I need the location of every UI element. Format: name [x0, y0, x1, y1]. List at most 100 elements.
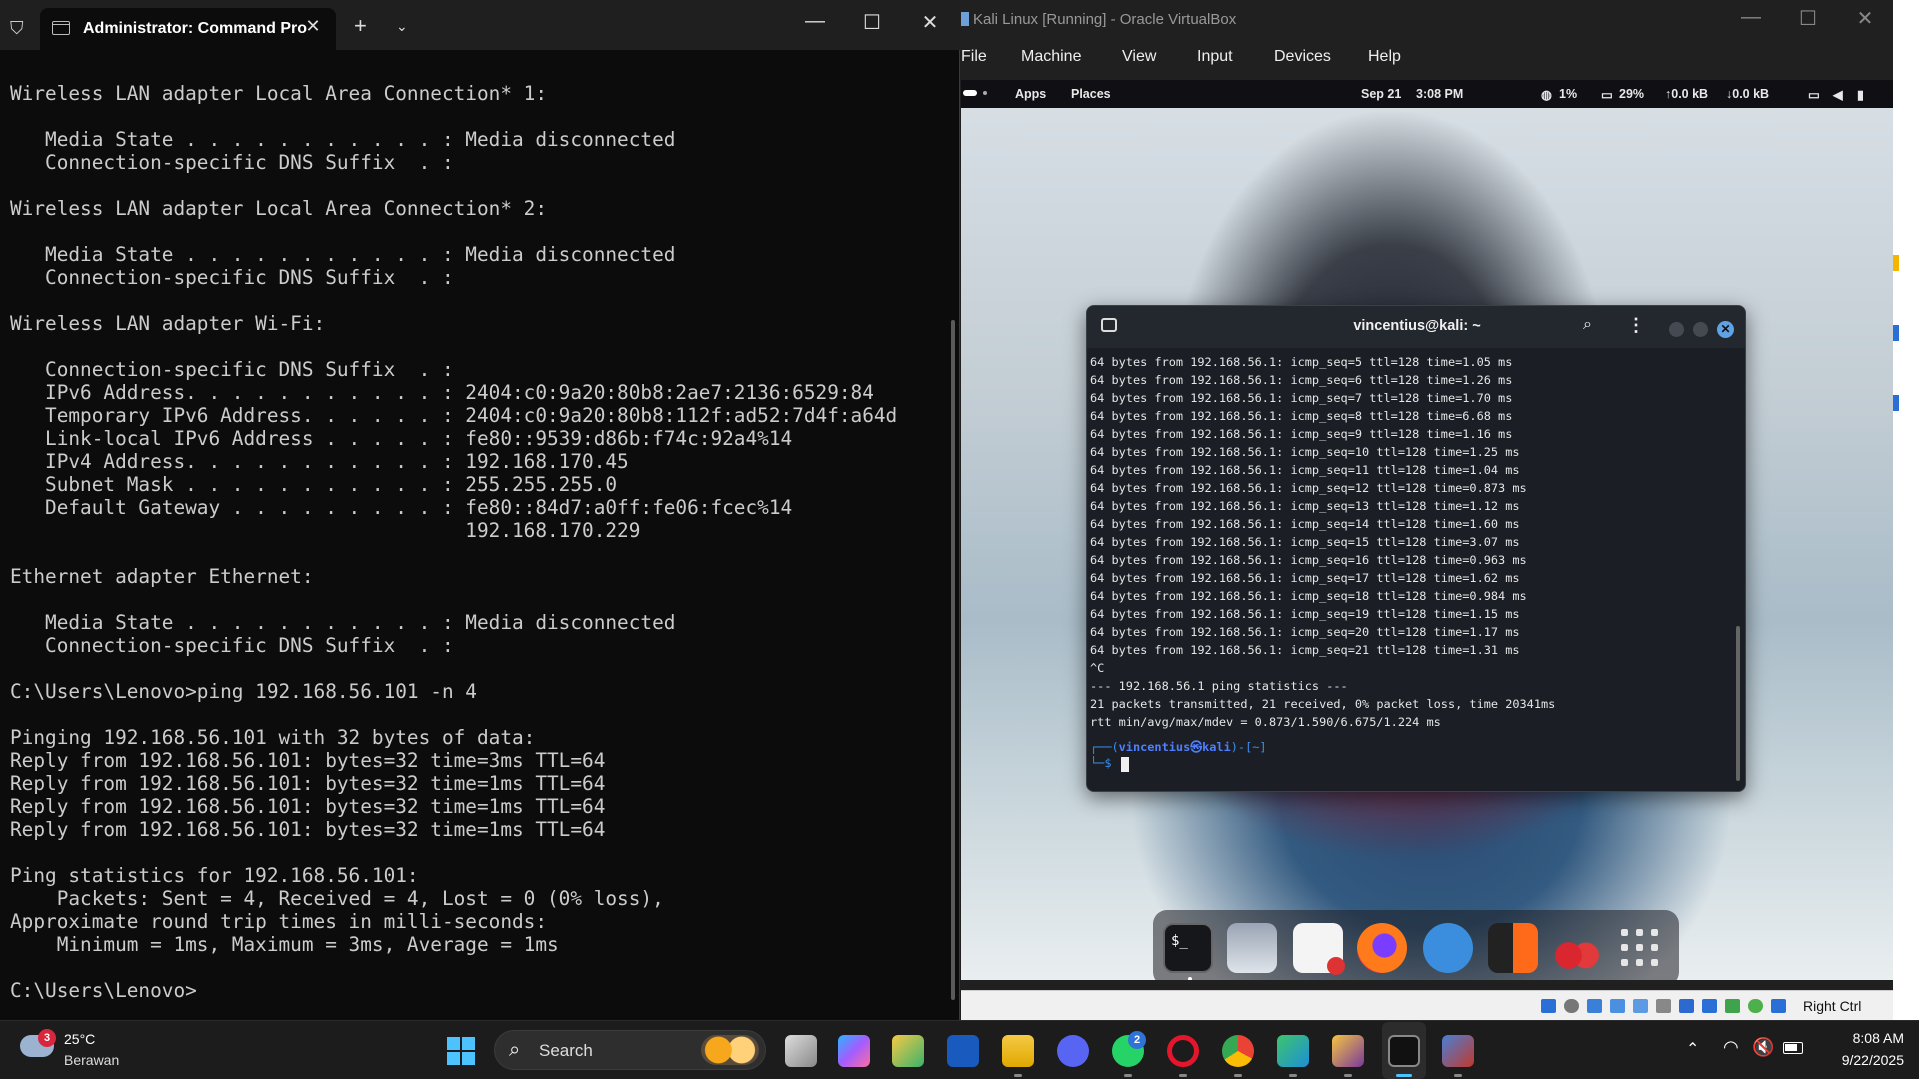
- scrollbar[interactable]: [1736, 626, 1740, 781]
- menu-view[interactable]: View: [1122, 48, 1156, 66]
- terminal-icon[interactable]: $_: [1163, 923, 1213, 973]
- battery-icon[interactable]: ▮: [1857, 87, 1864, 102]
- chrome-icon[interactable]: [1222, 1035, 1254, 1067]
- shield-icon: ⛉: [10, 18, 24, 38]
- volume-muted-icon[interactable]: 🔇: [1752, 1037, 1774, 1058]
- wifi-icon[interactable]: ◠: [1723, 1037, 1739, 1058]
- usb-icon[interactable]: [1633, 999, 1648, 1013]
- virtualbox-icon[interactable]: [1442, 1035, 1474, 1067]
- burpsuite-icon[interactable]: [1488, 923, 1538, 973]
- close-button[interactable]: ✕: [1845, 6, 1885, 31]
- minimize-button[interactable]: —: [1731, 6, 1771, 29]
- recording-icon[interactable]: [1702, 999, 1717, 1013]
- menu-help[interactable]: Help: [1368, 48, 1401, 66]
- running-indicator: [1234, 1074, 1242, 1077]
- minimize-button[interactable]: —: [795, 10, 835, 33]
- vbox-status-bar: Right Ctrl: [961, 990, 1893, 1020]
- menu-machine[interactable]: Machine: [1021, 48, 1081, 66]
- terminal-output[interactable]: 64 bytes from 192.168.56.1: icmp_seq=5 t…: [1090, 353, 1730, 731]
- discord-icon[interactable]: [1057, 1035, 1089, 1067]
- task-view-icon[interactable]: [785, 1035, 817, 1067]
- text-editor-icon[interactable]: [1293, 923, 1345, 975]
- activities-indicator[interactable]: [963, 90, 977, 96]
- workspace-dot[interactable]: [983, 91, 987, 95]
- edge-marker: [1893, 395, 1899, 411]
- panel-clock[interactable]: 3:08 PM: [1416, 87, 1463, 101]
- places-menu[interactable]: Places: [1071, 87, 1111, 101]
- cmd-output[interactable]: Wireless LAN adapter Local Area Connecti…: [10, 82, 945, 1012]
- notes-icon[interactable]: [892, 1035, 924, 1067]
- weather-condition[interactable]: Berawan: [64, 1052, 119, 1068]
- opera-icon[interactable]: [1167, 1035, 1199, 1067]
- mouse-integration-icon[interactable]: [1771, 999, 1786, 1013]
- minimize-button[interactable]: [1669, 322, 1684, 337]
- wireshark-icon[interactable]: [1423, 923, 1473, 973]
- close-button[interactable]: ✕: [910, 10, 950, 35]
- app-grid-icon[interactable]: [1615, 923, 1665, 973]
- kali-top-panel: Apps Places Sep 21 3:08 PM ◍ 1% ▭ 29% ↑0…: [961, 80, 1893, 108]
- display-icon[interactable]: ▭: [1808, 87, 1820, 102]
- network-icon[interactable]: [1610, 999, 1625, 1013]
- terminal-icon[interactable]: [1388, 1035, 1420, 1067]
- running-indicator: [1289, 1074, 1297, 1077]
- background-window-edge[interactable]: [1893, 0, 1919, 1020]
- chevron-down-icon[interactable]: ⌄: [396, 18, 408, 35]
- display-icon[interactable]: [1679, 999, 1694, 1013]
- new-tab-icon[interactable]: [1101, 318, 1117, 332]
- running-indicator: [1124, 1074, 1132, 1077]
- close-button[interactable]: ✕: [1717, 321, 1734, 338]
- menu-devices[interactable]: Devices: [1274, 48, 1331, 66]
- cmd-tab-title: Administrator: Command Pro: [83, 20, 308, 37]
- shared-folders-icon[interactable]: [1656, 999, 1671, 1013]
- kebab-menu-icon[interactable]: ⋮: [1627, 315, 1645, 336]
- cpu-usage: 1%: [1559, 87, 1578, 101]
- maximize-button[interactable]: [1693, 322, 1708, 337]
- files-icon[interactable]: [1227, 923, 1277, 973]
- scrollbar[interactable]: [951, 320, 955, 1000]
- optical-drive-icon[interactable]: [1541, 999, 1556, 1013]
- firefox-icon[interactable]: [1357, 923, 1407, 973]
- search-placeholder: Search: [539, 1041, 593, 1060]
- kali-dock: $_: [1153, 910, 1679, 980]
- prompt-line-2: └─$: [1090, 756, 1119, 770]
- vscode-icon[interactable]: [1277, 1035, 1309, 1067]
- disk-icon[interactable]: [1564, 999, 1579, 1013]
- search-icon[interactable]: ⌕: [1583, 316, 1592, 334]
- copilot-icon[interactable]: [838, 1035, 870, 1067]
- chevron-up-icon[interactable]: ⌃: [1686, 1039, 1699, 1059]
- close-tab-icon[interactable]: ✕: [302, 16, 324, 37]
- running-indicator: [1014, 1074, 1022, 1077]
- network-download: ↓0.0 kB: [1726, 87, 1770, 101]
- guest-screen[interactable]: Apps Places Sep 21 3:08 PM ◍ 1% ▭ 29% ↑0…: [961, 80, 1893, 980]
- audio-icon[interactable]: [1587, 999, 1602, 1013]
- memory-usage: 29%: [1619, 87, 1645, 101]
- battery-icon[interactable]: [1783, 1042, 1803, 1054]
- vbox-title-bar: Kali Linux [Running] - Oracle VirtualBox…: [961, 0, 1893, 40]
- new-tab-icon[interactable]: +: [354, 15, 367, 37]
- cmd-tab[interactable]: Administrator: Command Pro ✕: [40, 8, 336, 50]
- maximize-button[interactable]: ☐: [852, 10, 892, 35]
- volume-icon[interactable]: ◀: [1833, 87, 1843, 102]
- menu-file[interactable]: File: [961, 48, 987, 66]
- word-icon[interactable]: [947, 1035, 979, 1067]
- weather-temperature[interactable]: 25°C: [64, 1031, 95, 1047]
- file-explorer-icon[interactable]: [1002, 1035, 1034, 1067]
- winrar-icon[interactable]: [1332, 1035, 1364, 1067]
- cpu-icon[interactable]: [1725, 999, 1740, 1013]
- taskbar-search-box[interactable]: ⌕ Search: [494, 1030, 766, 1070]
- cpu-icon: ◍: [1541, 88, 1552, 102]
- virtualbox-window: Kali Linux [Running] - Oracle VirtualBox…: [961, 0, 1893, 1020]
- cherrytree-icon[interactable]: [1551, 923, 1601, 973]
- panel-date[interactable]: Sep 21: [1361, 87, 1401, 101]
- text-cursor[interactable]: [1121, 757, 1129, 772]
- clock-time[interactable]: 8:08 AM: [1810, 1030, 1904, 1046]
- menu-input[interactable]: Input: [1197, 48, 1233, 66]
- active-indicator: [1396, 1074, 1412, 1077]
- clock-date[interactable]: 9/22/2025: [1810, 1052, 1904, 1068]
- maximize-button[interactable]: ☐: [1788, 6, 1828, 31]
- weather-badge: 3: [38, 1029, 56, 1047]
- apps-menu[interactable]: Apps: [1015, 87, 1046, 101]
- globe-icon[interactable]: [1748, 999, 1763, 1013]
- virtualbox-icon: [961, 12, 969, 26]
- start-button[interactable]: [447, 1037, 475, 1065]
